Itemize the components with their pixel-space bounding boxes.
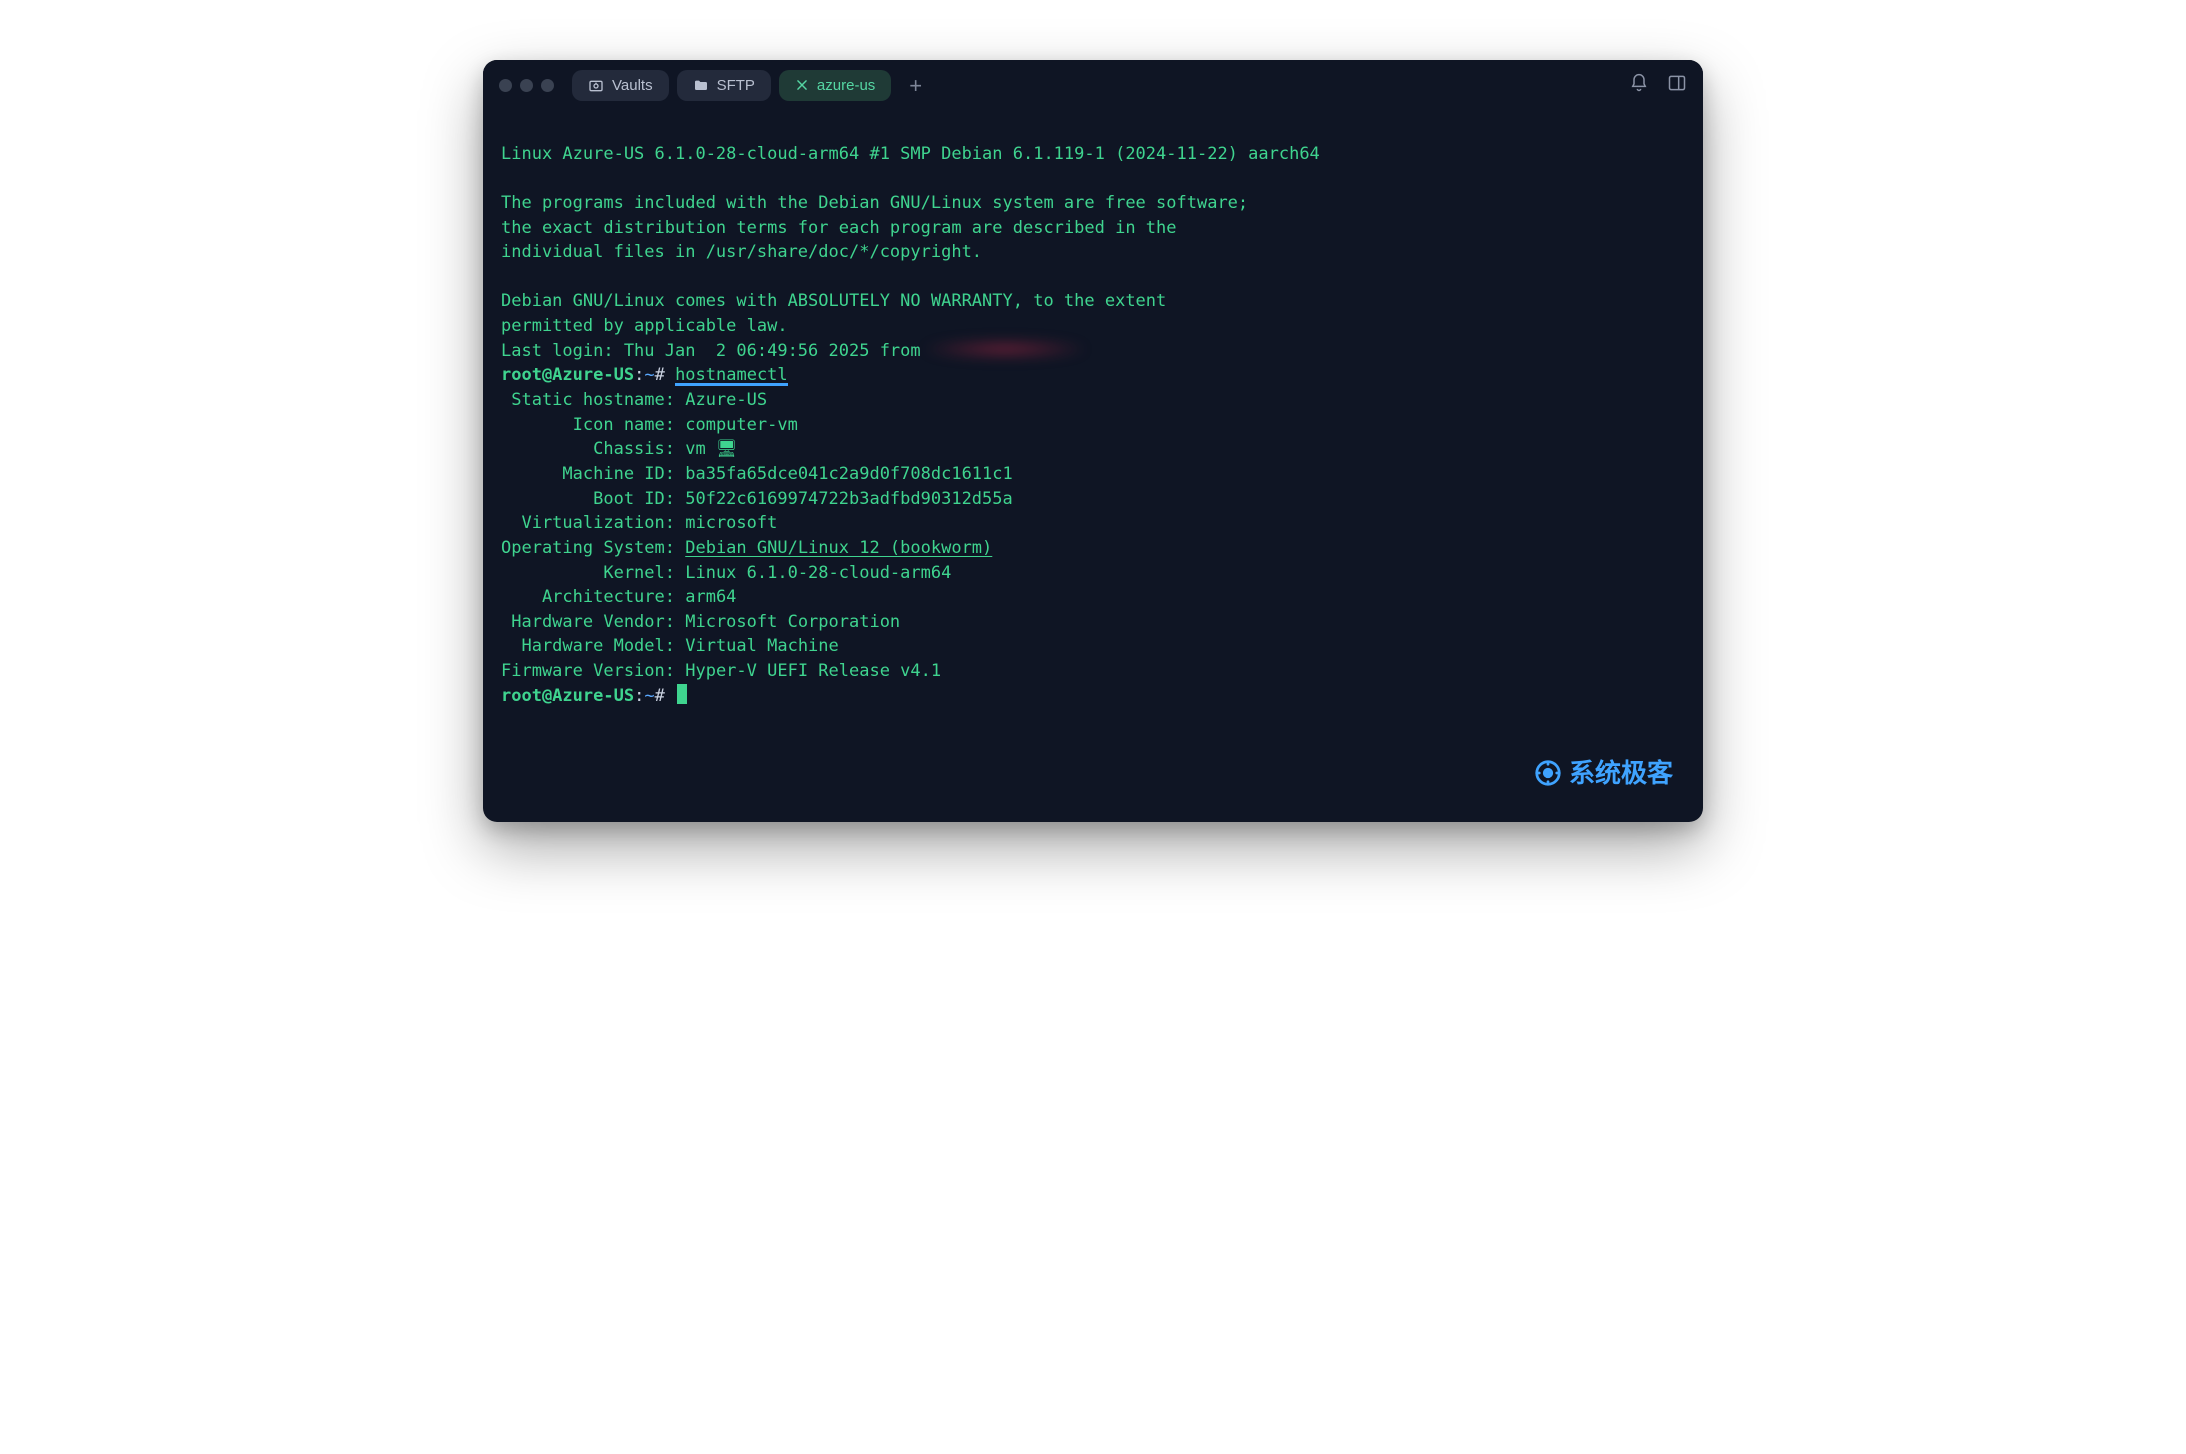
- folder-icon: [693, 78, 709, 94]
- titlebar: Vaults SFTP azure-us +: [483, 60, 1703, 107]
- tab-azure-us[interactable]: azure-us: [779, 70, 891, 101]
- tab-vaults[interactable]: Vaults: [572, 70, 669, 101]
- close-window-button[interactable]: [499, 79, 512, 92]
- last-login: Last login: Thu Jan 2 06:49:56 2025 from: [501, 341, 921, 361]
- motd-line: permitted by applicable law.: [501, 316, 788, 336]
- prompt-path: ~: [644, 686, 654, 706]
- prompt-sep: :: [634, 686, 644, 706]
- add-tab-button[interactable]: +: [899, 75, 932, 97]
- motd-line: individual files in /usr/share/doc/*/cop…: [501, 242, 982, 262]
- motd-line: Debian GNU/Linux comes with ABSOLUTELY N…: [501, 291, 1166, 311]
- terminal-window: Vaults SFTP azure-us +: [483, 60, 1703, 822]
- redacted-ip: [925, 339, 1085, 359]
- hostnamectl-row: Static hostname: Azure-US: [501, 390, 767, 410]
- hostnamectl-row: Operating System: Debian GNU/Linux 12 (b…: [501, 538, 992, 558]
- maximize-window-button[interactable]: [541, 79, 554, 92]
- panel-toggle-icon[interactable]: [1667, 73, 1687, 98]
- prompt-sep: :: [634, 365, 644, 385]
- titlebar-actions: [1629, 73, 1687, 98]
- motd-line: the exact distribution terms for each pr…: [501, 218, 1177, 238]
- hostnamectl-row: Chassis: vm 🖥: [501, 439, 738, 459]
- hostnamectl-row: Kernel: Linux 6.1.0-28-cloud-arm64: [501, 563, 951, 583]
- minimize-window-button[interactable]: [520, 79, 533, 92]
- watermark: 系统极客: [1533, 755, 1673, 793]
- command-text: hostnamectl: [675, 365, 788, 386]
- prompt-symbol: #: [655, 686, 665, 706]
- hostnamectl-row: Icon name: computer-vm: [501, 415, 798, 435]
- hostnamectl-row: Hardware Vendor: Microsoft Corporation: [501, 612, 900, 632]
- tab-label: Vaults: [612, 77, 653, 94]
- tab-label: azure-us: [817, 77, 875, 94]
- motd-line: The programs included with the Debian GN…: [501, 193, 1248, 213]
- tab-label: SFTP: [717, 77, 755, 94]
- close-tab-icon[interactable]: [795, 78, 809, 94]
- prompt-user-host: root@Azure-US: [501, 365, 634, 385]
- hostnamectl-output: Static hostname: Azure-US Icon name: com…: [501, 388, 1685, 684]
- hostnamectl-row: Machine ID: ba35fa65dce041c2a9d0f708dc16…: [501, 464, 1013, 484]
- terminal-output[interactable]: Linux Azure-US 6.1.0-28-cloud-arm64 #1 S…: [483, 107, 1703, 822]
- tab-sftp[interactable]: SFTP: [677, 70, 771, 101]
- vault-icon: [588, 78, 604, 94]
- watermark-text: 系统极客: [1569, 755, 1673, 793]
- prompt-symbol: #: [655, 365, 665, 385]
- hostnamectl-row: Hardware Model: Virtual Machine: [501, 636, 839, 656]
- motd-line: Linux Azure-US 6.1.0-28-cloud-arm64 #1 S…: [501, 144, 1320, 164]
- prompt-user-host: root@Azure-US: [501, 686, 634, 706]
- tab-bar: Vaults SFTP azure-us +: [572, 70, 932, 101]
- hostnamectl-row: Boot ID: 50f22c6169974722b3adfbd90312d55…: [501, 489, 1013, 509]
- cursor: [677, 684, 687, 704]
- hostnamectl-row: Firmware Version: Hyper-V UEFI Release v…: [501, 661, 941, 681]
- notifications-icon[interactable]: [1629, 73, 1649, 98]
- prompt-path: ~: [644, 365, 654, 385]
- window-controls: [499, 79, 554, 92]
- hostnamectl-row: Architecture: arm64: [501, 587, 736, 607]
- hostnamectl-row: Virtualization: microsoft: [501, 513, 777, 533]
